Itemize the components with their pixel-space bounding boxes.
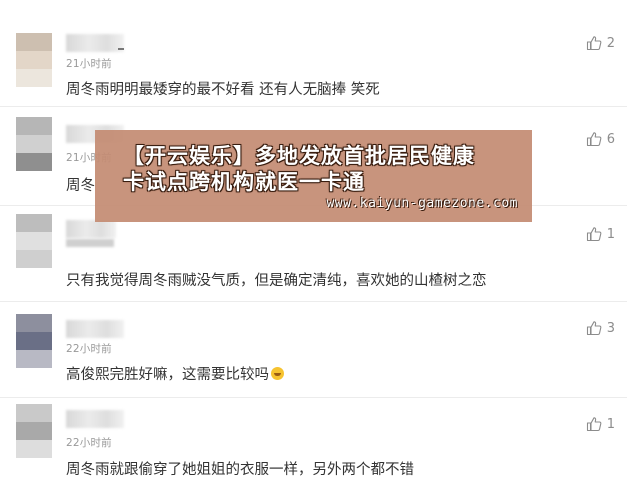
avatar-block <box>16 69 52 87</box>
username-blurred[interactable] <box>66 320 124 338</box>
like-button[interactable]: 2 <box>586 35 615 51</box>
avatar-block <box>16 314 52 332</box>
secondary-line-blurred <box>66 239 114 247</box>
username-blurred[interactable] <box>66 410 124 428</box>
comment-text: 周冬雨明明最矮穿的最不好看 还有人无脑捧 笑死 <box>66 82 380 98</box>
overlay-url: www.kaiyun-gamezone.com <box>326 196 518 211</box>
like-count: 6 <box>606 131 615 147</box>
avatar[interactable] <box>16 214 52 268</box>
avatar[interactable] <box>16 404 52 458</box>
like-button[interactable]: 1 <box>586 226 615 242</box>
comment-item: 22小时前 高俊熙完胜好嘛，这需要比较吗 3 <box>0 302 627 398</box>
comment-item: 21小时前 周冬雨明明最矮穿的最不好看 还有人无脑捧 笑死 2 <box>0 0 627 107</box>
thumbs-up-icon <box>586 36 602 51</box>
username-blurred[interactable] <box>66 34 124 52</box>
comment-list: 21小时前 周冬雨明明最矮穿的最不好看 还有人无脑捧 笑死 2 21小时前 周冬… <box>0 0 627 485</box>
comment-text: 周冬 <box>66 178 95 194</box>
avatar-block <box>16 232 52 250</box>
ad-overlay-banner[interactable]: 【开云娱乐】多地发放首批居民健康 卡试点跨机构就医一卡通 www.kaiyun-… <box>95 130 532 222</box>
thumbs-up-icon <box>586 227 602 242</box>
avatar-block <box>16 332 52 350</box>
like-count: 1 <box>606 226 615 242</box>
avatar[interactable] <box>16 117 52 171</box>
avatar-block <box>16 117 52 135</box>
avatar-block <box>16 422 52 440</box>
comment-time: 21小时前 <box>66 58 112 70</box>
laughing-emoji-icon <box>271 367 284 380</box>
avatar-block <box>16 153 52 171</box>
like-count: 1 <box>606 416 615 432</box>
thumbs-up-icon <box>586 321 602 336</box>
avatar[interactable] <box>16 314 52 368</box>
avatar-block <box>16 440 52 458</box>
like-button[interactable]: 1 <box>586 416 615 432</box>
username-dash <box>118 48 124 50</box>
thumbs-up-icon <box>586 132 602 147</box>
overlay-headline-line2: 卡试点跨机构就医一卡通 <box>123 170 365 194</box>
thumbs-up-icon <box>586 417 602 432</box>
username-blurred[interactable] <box>66 220 116 238</box>
comment-time: 22小时前 <box>66 437 112 449</box>
like-button[interactable]: 3 <box>586 320 615 336</box>
like-count: 3 <box>606 320 615 336</box>
avatar-block <box>16 250 52 268</box>
avatar[interactable] <box>16 33 52 87</box>
comment-text: 只有我觉得周冬雨贼没气质，但是确定清纯，喜欢她的山楂树之恋 <box>66 273 487 289</box>
comment-text: 周冬雨就跟偷穿了她姐姐的衣服一样，另外两个都不错 <box>66 462 414 478</box>
comment-text: 高俊熙完胜好嘛，这需要比较吗 <box>66 363 284 384</box>
comment-time: 22小时前 <box>66 343 112 355</box>
avatar-block <box>16 51 52 69</box>
like-button[interactable]: 6 <box>586 131 615 147</box>
avatar-block <box>16 350 52 368</box>
avatar-block <box>16 33 52 51</box>
comment-text-body: 高俊熙完胜好嘛，这需要比较吗 <box>66 367 269 383</box>
comment-item: 22小时前 周冬雨就跟偷穿了她姐姐的衣服一样，另外两个都不错 1 <box>0 398 627 485</box>
like-count: 2 <box>606 35 615 51</box>
avatar-block <box>16 214 52 232</box>
avatar-block <box>16 135 52 153</box>
avatar-block <box>16 404 52 422</box>
